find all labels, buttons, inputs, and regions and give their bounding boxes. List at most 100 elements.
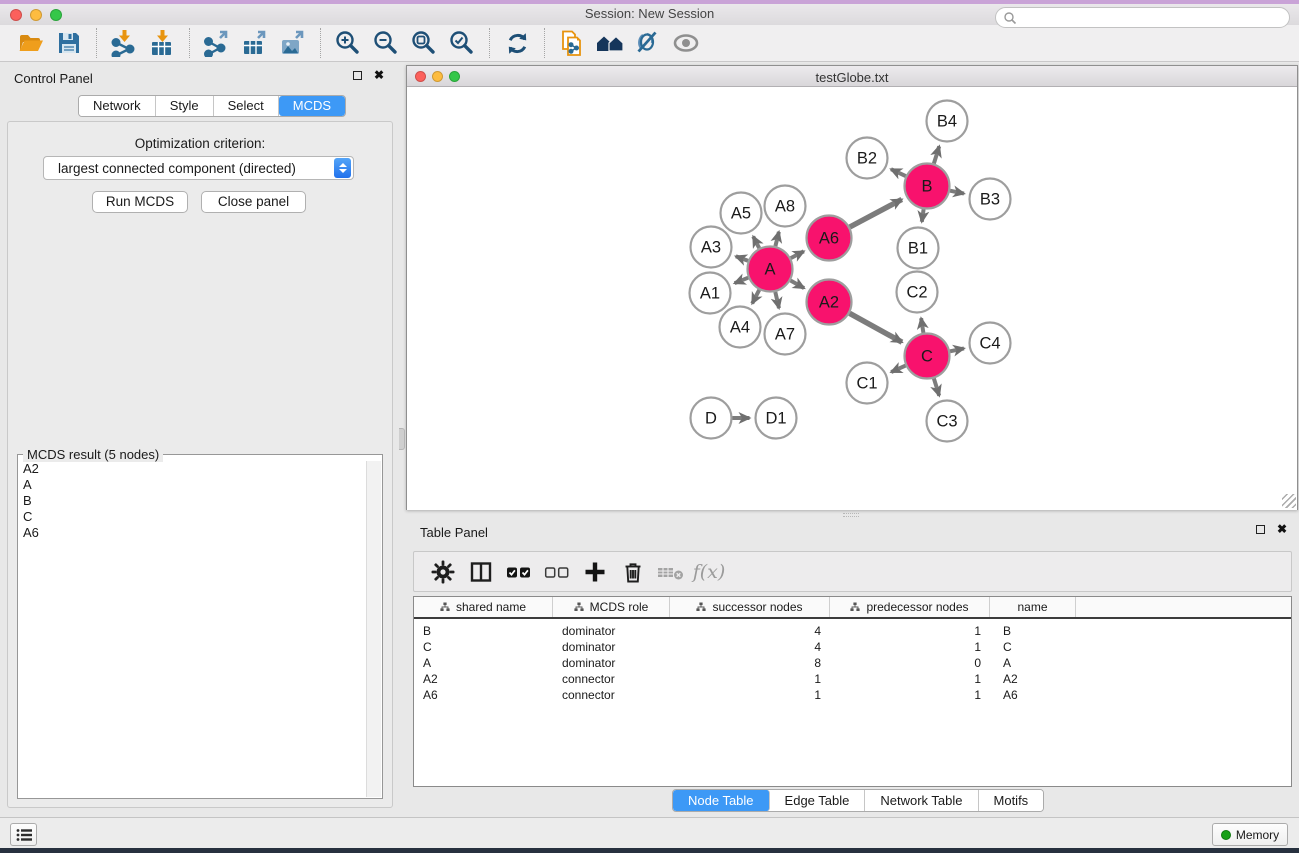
graph-edge-A-A8[interactable] [775, 232, 779, 246]
tab-network-table[interactable]: Network Table [865, 790, 978, 811]
column-header-mcds-role[interactable]: MCDS role [553, 597, 670, 617]
graph-edge-C-C3[interactable] [934, 379, 939, 396]
refresh-icon[interactable] [501, 27, 533, 59]
run-mcds-button[interactable]: Run MCDS [92, 191, 188, 213]
search-input[interactable] [1017, 10, 1289, 26]
window-resize-grip[interactable] [1282, 494, 1296, 508]
scrollbar-track[interactable] [366, 461, 381, 797]
toolbar-separator [320, 28, 321, 58]
column-header-successor-nodes[interactable]: successor nodes [670, 597, 830, 617]
network-canvas[interactable]: AA1A2A3A4A5A6A7A8BB1B2B3B4CC1C2C3C4DD1 [407, 87, 1297, 510]
column-type-icon [850, 602, 860, 612]
graph-edge-C-C4[interactable] [950, 348, 964, 351]
float-panel-icon[interactable] [353, 71, 362, 80]
settings-gear-icon[interactable] [426, 556, 460, 588]
import-table-icon[interactable] [146, 27, 178, 59]
node-table: shared name MCDS role successor nodes pr… [413, 596, 1292, 787]
zoom-out-icon[interactable] [370, 27, 402, 59]
cell-mcds-role: connector [553, 671, 670, 687]
export-image-icon[interactable] [277, 27, 309, 59]
graph-edge-B-B4[interactable] [934, 146, 939, 163]
tab-mcds[interactable]: MCDS [279, 96, 345, 116]
cell-successor-nodes: 1 [670, 671, 830, 687]
delete-column-trash-icon[interactable] [616, 556, 650, 588]
toggle-panes-icon[interactable] [464, 556, 498, 588]
column-header-predecessor-nodes[interactable]: predecessor nodes [830, 597, 990, 617]
graph-node-label: C1 [856, 375, 877, 393]
tab-network[interactable]: Network [79, 96, 156, 116]
task-history-button[interactable] [10, 823, 37, 846]
memory-button[interactable]: Memory [1212, 823, 1288, 846]
tab-select[interactable]: Select [214, 96, 279, 116]
table-row[interactable]: A6 connector 1 1 A6 [414, 687, 1291, 703]
cell-shared-name: C [414, 639, 553, 655]
memory-status-icon [1221, 830, 1231, 840]
column-header-name[interactable]: name [990, 597, 1076, 617]
main-toolbar [0, 25, 1299, 62]
tab-style[interactable]: Style [156, 96, 214, 116]
graph-edge-A-A7[interactable] [775, 292, 779, 308]
cell-successor-nodes: 4 [670, 623, 830, 639]
save-session-icon[interactable] [53, 27, 85, 59]
zoom-in-icon[interactable] [332, 27, 364, 59]
table-panel-title: Table Panel [420, 525, 488, 540]
toolbar-separator [189, 28, 190, 58]
clone-network-icon[interactable] [556, 27, 588, 59]
list-item[interactable]: A2 [19, 461, 366, 477]
search-field[interactable] [995, 7, 1290, 28]
first-neighbors-icon[interactable] [594, 27, 626, 59]
function-builder-icon[interactable]: f(x) [692, 556, 726, 588]
table-row[interactable]: C dominator 4 1 C [414, 639, 1291, 655]
dropdown-selected-value: largest connected component (directed) [44, 161, 334, 176]
graph-node-label: B1 [908, 240, 928, 258]
close-panel-icon[interactable]: ✖ [1277, 525, 1287, 534]
splitter-collapse-handle[interactable] [399, 428, 405, 450]
horizontal-splitter-grip[interactable] [843, 513, 859, 517]
import-network-icon[interactable] [108, 27, 140, 59]
cell-name: A [990, 655, 1076, 671]
hide-selected-eye-icon[interactable] [670, 27, 702, 59]
graph-edge-A-A4[interactable] [752, 290, 759, 304]
export-table-icon[interactable] [239, 27, 271, 59]
graph-edge-A-A6[interactable] [791, 251, 804, 258]
float-panel-icon[interactable] [1256, 525, 1265, 534]
graph-edge-A-A3[interactable] [736, 256, 748, 261]
table-row[interactable]: B dominator 4 1 B [414, 623, 1291, 639]
graph-edge-A2-C[interactable] [850, 313, 902, 342]
delete-table-icon[interactable] [654, 556, 688, 588]
column-header-shared-name[interactable]: shared name [414, 597, 553, 617]
list-item[interactable]: A [19, 477, 366, 493]
tab-edge-table[interactable]: Edge Table [770, 790, 866, 811]
close-panel-icon[interactable]: ✖ [374, 71, 384, 80]
cell-successor-nodes: 1 [670, 687, 830, 703]
control-panel-tabs: Network Style Select MCDS [78, 95, 346, 117]
graph-edge-A-A5[interactable] [753, 237, 759, 249]
list-item[interactable]: C [19, 509, 366, 525]
graph-edge-A6-B[interactable] [850, 199, 902, 227]
select-all-checkboxes-icon[interactable] [502, 556, 536, 588]
open-file-icon[interactable] [15, 27, 47, 59]
table-row[interactable]: A dominator 8 0 A [414, 655, 1291, 671]
mcds-result-list: A2 A B C A6 [19, 461, 366, 797]
table-row[interactable]: A2 connector 1 1 A2 [414, 671, 1291, 687]
graph-edge-B-B1[interactable] [922, 209, 924, 222]
optimization-criterion-dropdown[interactable]: largest connected component (directed) [43, 156, 354, 180]
zoom-fit-icon[interactable] [408, 27, 440, 59]
graph-edge-C-C2[interactable] [921, 318, 923, 333]
close-panel-button[interactable]: Close panel [201, 191, 306, 213]
graph-edge-C-C1[interactable] [891, 366, 905, 373]
deselect-all-checkboxes-icon[interactable] [540, 556, 574, 588]
graph-edge-A-A2[interactable] [791, 281, 805, 289]
list-item[interactable]: A6 [19, 525, 366, 541]
graph-edge-B-B3[interactable] [950, 191, 964, 194]
graph-node-label: D1 [765, 410, 786, 428]
add-column-icon[interactable] [578, 556, 612, 588]
zoom-selected-icon[interactable] [446, 27, 478, 59]
graph-edge-B-B2[interactable] [891, 169, 906, 176]
export-network-icon[interactable] [201, 27, 233, 59]
show-hide-graphics-icon[interactable] [632, 27, 664, 59]
graph-edge-A-A1[interactable] [735, 278, 749, 284]
tab-node-table[interactable]: Node Table [673, 790, 770, 811]
tab-motifs[interactable]: Motifs [979, 790, 1044, 811]
list-item[interactable]: B [19, 493, 366, 509]
